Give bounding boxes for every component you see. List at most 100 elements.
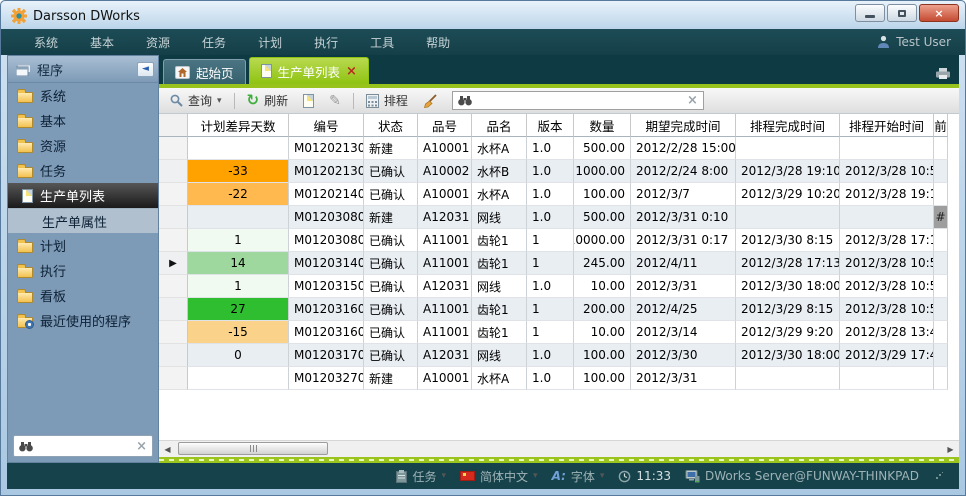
user-indicator[interactable]: Test User [877, 35, 951, 49]
cell-item_no[interactable]: A10001 [418, 367, 472, 390]
cell-version[interactable]: 1.0 [527, 183, 574, 206]
table-row[interactable]: 27M012031601已确认A11001齿轮11200.002012/4/25… [159, 298, 949, 321]
cell-item_no[interactable]: A11001 [418, 298, 472, 321]
cell-sched_start[interactable]: 2012/3/28 13:40 [840, 321, 934, 344]
cell-marker[interactable] [934, 344, 948, 367]
table-row[interactable]: M012032701新建A10001水杯A1.0100.002012/3/31 [159, 367, 949, 390]
cell-status[interactable]: 新建 [364, 206, 418, 229]
resize-grip[interactable] [935, 472, 943, 480]
cell-sched_end[interactable]: 2012/3/29 10:20 [736, 183, 840, 206]
cell-sched_end[interactable]: 2012/3/29 9:20 [736, 321, 840, 344]
cell-qty[interactable]: 500.00 [574, 206, 631, 229]
cell-qty[interactable]: 500.00 [574, 137, 631, 160]
cell-item_no[interactable]: A10001 [418, 137, 472, 160]
cell-diff[interactable]: -15 [188, 321, 289, 344]
row-selector[interactable] [159, 275, 188, 298]
column-header[interactable]: 排程开始时间 [840, 114, 934, 137]
cell-status[interactable]: 已确认 [364, 160, 418, 183]
cell-code[interactable]: M012031601 [289, 298, 364, 321]
close-button[interactable]: × [919, 4, 959, 22]
cell-item_name[interactable]: 水杯B [472, 160, 527, 183]
query-caret-icon[interactable]: ▾ [217, 96, 222, 106]
cell-item_no[interactable]: A12031 [418, 344, 472, 367]
cell-sched_start[interactable]: 2012/3/29 17:46 [840, 344, 934, 367]
column-header[interactable]: 编号 [289, 114, 364, 137]
cell-marker[interactable] [934, 367, 948, 390]
cell-marker[interactable]: # [934, 206, 948, 229]
cell-sched_start[interactable]: 2012/3/28 10:52 [840, 275, 934, 298]
statusbar-task[interactable]: 任务 ▾ [396, 468, 446, 485]
cell-sched_start[interactable]: 2012/3/28 10:52 [840, 160, 934, 183]
sidebar-item-plan[interactable]: 计划 [8, 233, 158, 258]
statusbar-font[interactable]: A: 字体 ▾ [552, 468, 605, 485]
cell-qty[interactable]: 10.00 [574, 321, 631, 344]
cell-code[interactable]: M012021301 [289, 137, 364, 160]
sidebar-collapse-button[interactable]: ◄ [137, 62, 154, 77]
cell-due[interactable]: 2012/2/24 8:00 [631, 160, 736, 183]
cell-sched_end[interactable] [736, 137, 840, 160]
query-button[interactable]: 查询 ▾ [165, 90, 227, 111]
cell-code[interactable]: M012032701 [289, 367, 364, 390]
cell-diff[interactable] [188, 367, 289, 390]
sidebar-item-board[interactable]: 看板 [8, 283, 158, 308]
scroll-left-button[interactable]: ◀ [159, 441, 176, 457]
column-header[interactable]: 版本 [527, 114, 574, 137]
scroll-right-button[interactable]: ▶ [942, 441, 959, 457]
cell-sched_start[interactable]: 2012/3/28 10:52 [840, 298, 934, 321]
cell-marker[interactable] [934, 298, 948, 321]
row-selector-current[interactable]: ▶ [159, 252, 188, 275]
cell-item_name[interactable]: 网线 [472, 344, 527, 367]
cell-marker[interactable] [934, 229, 948, 252]
cell-sched_end[interactable]: 2012/3/30 8:15 [736, 229, 840, 252]
cell-due[interactable]: 2012/3/7 [631, 183, 736, 206]
sidebar-search-clear-icon[interactable]: × [136, 439, 147, 454]
sidebar-item-production-order-list[interactable]: 生产单列表 [8, 183, 158, 208]
cell-item_name[interactable]: 水杯A [472, 367, 527, 390]
cell-version[interactable]: 1.0 [527, 137, 574, 160]
cell-diff[interactable]: -22 [188, 183, 289, 206]
row-selector[interactable] [159, 229, 188, 252]
cell-due[interactable]: 2012/4/11 [631, 252, 736, 275]
minimize-button[interactable] [855, 4, 885, 22]
tab-close-icon[interactable]: × [346, 65, 357, 78]
cell-item_name[interactable]: 水杯A [472, 137, 527, 160]
cell-sched_end[interactable]: 2012/3/29 8:15 [736, 298, 840, 321]
cell-status[interactable]: 已确认 [364, 321, 418, 344]
row-selector[interactable] [159, 206, 188, 229]
cell-version[interactable]: 1 [527, 252, 574, 275]
refresh-button[interactable]: ↻ 刷新 [242, 90, 294, 111]
cell-item_name[interactable]: 齿轮1 [472, 229, 527, 252]
menu-tools[interactable]: 工具 [355, 30, 409, 55]
cell-qty[interactable]: 100.00 [574, 344, 631, 367]
printer-icon[interactable] [935, 68, 951, 80]
cell-marker[interactable] [934, 275, 948, 298]
cell-qty[interactable]: 100.00 [574, 367, 631, 390]
cell-due[interactable]: 2012/2/28 15:00 [631, 137, 736, 160]
cell-code[interactable]: M012031602 [289, 321, 364, 344]
cell-version[interactable]: 1.0 [527, 160, 574, 183]
cell-diff[interactable]: 14 [188, 252, 289, 275]
cell-qty[interactable]: 10000.00 [574, 229, 631, 252]
sidebar-item-basic[interactable]: 基本 [8, 108, 158, 133]
column-header[interactable]: 状态 [364, 114, 418, 137]
cell-code[interactable]: M012021401 [289, 183, 364, 206]
restore-button[interactable] [887, 4, 917, 22]
cell-item_name[interactable]: 水杯A [472, 183, 527, 206]
cell-item_no[interactable]: A11001 [418, 252, 472, 275]
cell-item_no[interactable]: A12031 [418, 206, 472, 229]
schedule-button[interactable]: 排程 [361, 90, 413, 111]
cell-item_no[interactable]: A12031 [418, 275, 472, 298]
cell-status[interactable]: 已确认 [364, 298, 418, 321]
cell-status[interactable]: 已确认 [364, 183, 418, 206]
cell-diff[interactable]: 0 [188, 344, 289, 367]
scrollbar-thumb[interactable] [178, 442, 328, 455]
cell-item_name[interactable]: 齿轮1 [472, 252, 527, 275]
column-header[interactable]: 期望完成时间 [631, 114, 736, 137]
column-header[interactable]: 计划差异天数 [188, 114, 289, 137]
cell-item_no[interactable]: A11001 [418, 229, 472, 252]
row-selector[interactable] [159, 321, 188, 344]
sidebar-item-recent-programs[interactable]: 最近使用的程序 [8, 308, 158, 333]
cell-sched_end[interactable]: 2012/3/28 19:10 [736, 160, 840, 183]
cell-version[interactable]: 1.0 [527, 344, 574, 367]
cell-status[interactable]: 已确认 [364, 275, 418, 298]
